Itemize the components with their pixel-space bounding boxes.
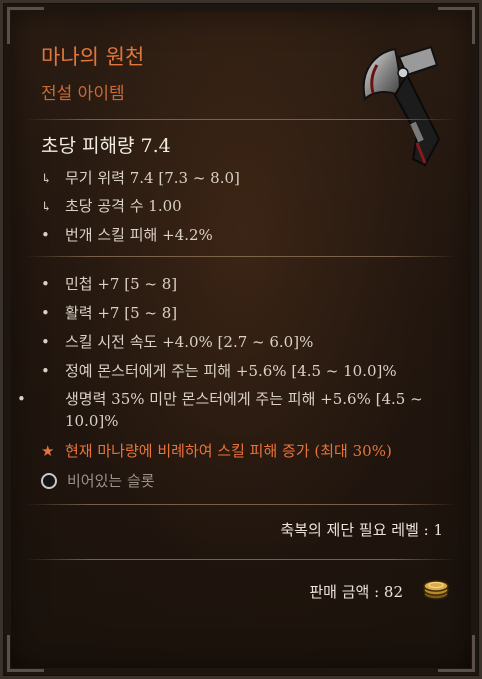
level-requirement: 축복의 제단 필요 레벨 : 1: [280, 521, 443, 539]
star-icon: ★: [41, 442, 55, 460]
affix-line: • 생명력 35% 미만 몬스터에게 주는 피해 +5.6% [4.5 ~ 10.…: [17, 390, 423, 430]
bullet-icon: •: [41, 362, 50, 380]
arrow-icon: ↳: [41, 172, 52, 187]
weapon-stat-line: • 번개 스킬 피해 +4.2%: [41, 226, 213, 244]
divider: [25, 559, 457, 560]
item-tooltip: 마나의 원천 전설 아이템 초당 피해량 7.4 ↳ 무기 위력 7.4 [7.3…: [0, 0, 482, 679]
frame-corner-bottom-left: [7, 635, 44, 672]
bullet-icon: •: [41, 275, 50, 293]
bullet-icon: •: [41, 226, 50, 244]
divider: [25, 504, 457, 505]
sell-value: 판매 금액 : 82: [309, 583, 403, 601]
axe-icon: [362, 45, 441, 167]
frame-corner-bottom-right: [438, 635, 475, 672]
weapon-stat-line: ↳ 초당 공격 수 1.00: [41, 197, 182, 215]
dps-value: 초당 피해량 7.4: [41, 135, 171, 157]
arrow-icon: ↳: [41, 200, 52, 215]
divider: [25, 119, 457, 120]
empty-socket-icon: [41, 473, 57, 489]
bullet-icon: •: [41, 304, 50, 322]
frame-corner-top-left: [7, 7, 44, 44]
weapon-stat-line: ↳ 무기 위력 7.4 [7.3 ~ 8.0]: [41, 169, 240, 187]
item-rarity-type: 전설 아이템: [41, 84, 125, 104]
bullet-icon: •: [41, 333, 50, 351]
bullet-icon: •: [17, 390, 26, 408]
frame-corner-top-right: [438, 7, 475, 44]
affix-line: • 스킬 시전 속도 +4.0% [2.7 ~ 6.0]%: [41, 333, 314, 351]
item-name: 마나의 원천: [41, 45, 145, 69]
coin-stack-icon: [423, 580, 449, 600]
divider: [25, 256, 457, 257]
affix-line: • 민첩 +7 [5 ~ 8]: [41, 275, 178, 293]
affix-line: • 정예 몬스터에게 주는 피해 +5.6% [4.5 ~ 10.0]%: [41, 362, 397, 380]
affix-line: • 활력 +7 [5 ~ 8]: [41, 304, 178, 322]
legendary-aspect: ★ 현재 마나량에 비례하여 스킬 피해 증가 (최대 30%): [41, 442, 392, 460]
socket-slot: 비어있는 슬롯: [41, 470, 155, 491]
